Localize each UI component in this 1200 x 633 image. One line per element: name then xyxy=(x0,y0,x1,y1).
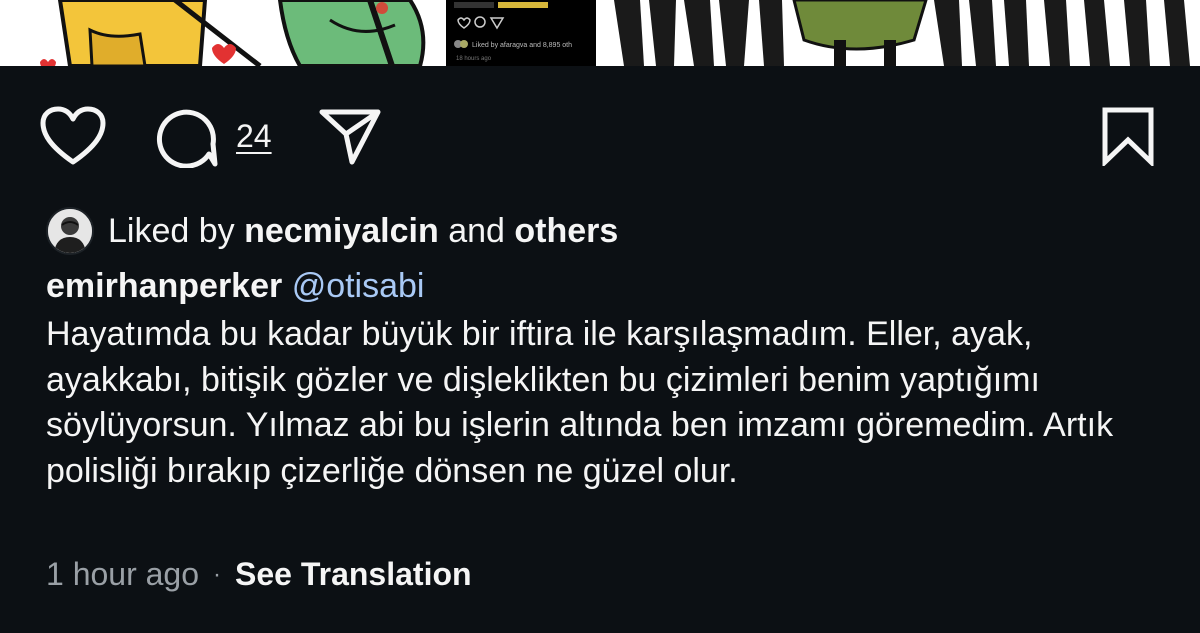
bookmark-icon xyxy=(1100,106,1156,166)
caption-text: Hayatımda bu kadar büyük bir iftira ile … xyxy=(46,315,1114,490)
liked-by-text: Liked by necmiyalcin and others xyxy=(108,212,618,251)
liked-by-others[interactable]: others xyxy=(514,212,618,250)
liked-by-row[interactable]: Liked by necmiyalcin and others xyxy=(46,206,618,256)
media-thumbnail-crowd xyxy=(604,0,1200,66)
media-thumbnail-screenshot: Liked by afaragva and 8,895 oth 18 hours… xyxy=(446,0,596,66)
media-thumbnail-cartoon xyxy=(0,0,440,66)
post-timestamp: 1 hour ago xyxy=(46,556,200,592)
avatar[interactable] xyxy=(46,207,94,255)
share-button[interactable] xyxy=(318,106,382,166)
caption-username[interactable]: emirhanperker xyxy=(46,267,282,305)
post-media[interactable]: Liked by afaragva and 8,895 oth 18 hours… xyxy=(0,0,1200,66)
liked-by-prefix: Liked by xyxy=(108,211,235,250)
caption-mention[interactable]: @otisabi xyxy=(292,267,425,305)
share-icon xyxy=(318,106,382,166)
liked-by-connector: and xyxy=(448,211,505,250)
liked-by-username[interactable]: necmiyalcin xyxy=(244,212,439,250)
post-action-bar: 24 xyxy=(0,100,1200,170)
heart-icon xyxy=(40,106,106,166)
embedded-liked-text: Liked by afaragva and 8,895 oth xyxy=(472,42,572,49)
embedded-time-text: 18 hours ago xyxy=(456,56,492,62)
meta-separator: · xyxy=(213,560,222,588)
comment-button[interactable] xyxy=(155,106,219,168)
save-button[interactable] xyxy=(1100,106,1156,166)
comment-count[interactable]: 24 xyxy=(236,118,272,155)
like-button[interactable] xyxy=(40,106,106,166)
comment-icon xyxy=(155,106,219,168)
post-meta: 1 hour ago · See Translation xyxy=(46,556,472,593)
caption-header: emirhanperker @otisabi xyxy=(46,264,1166,308)
see-translation-link[interactable]: See Translation xyxy=(235,556,472,593)
post-caption: emirhanperker @otisabi Hayatımda bu kada… xyxy=(46,264,1166,494)
